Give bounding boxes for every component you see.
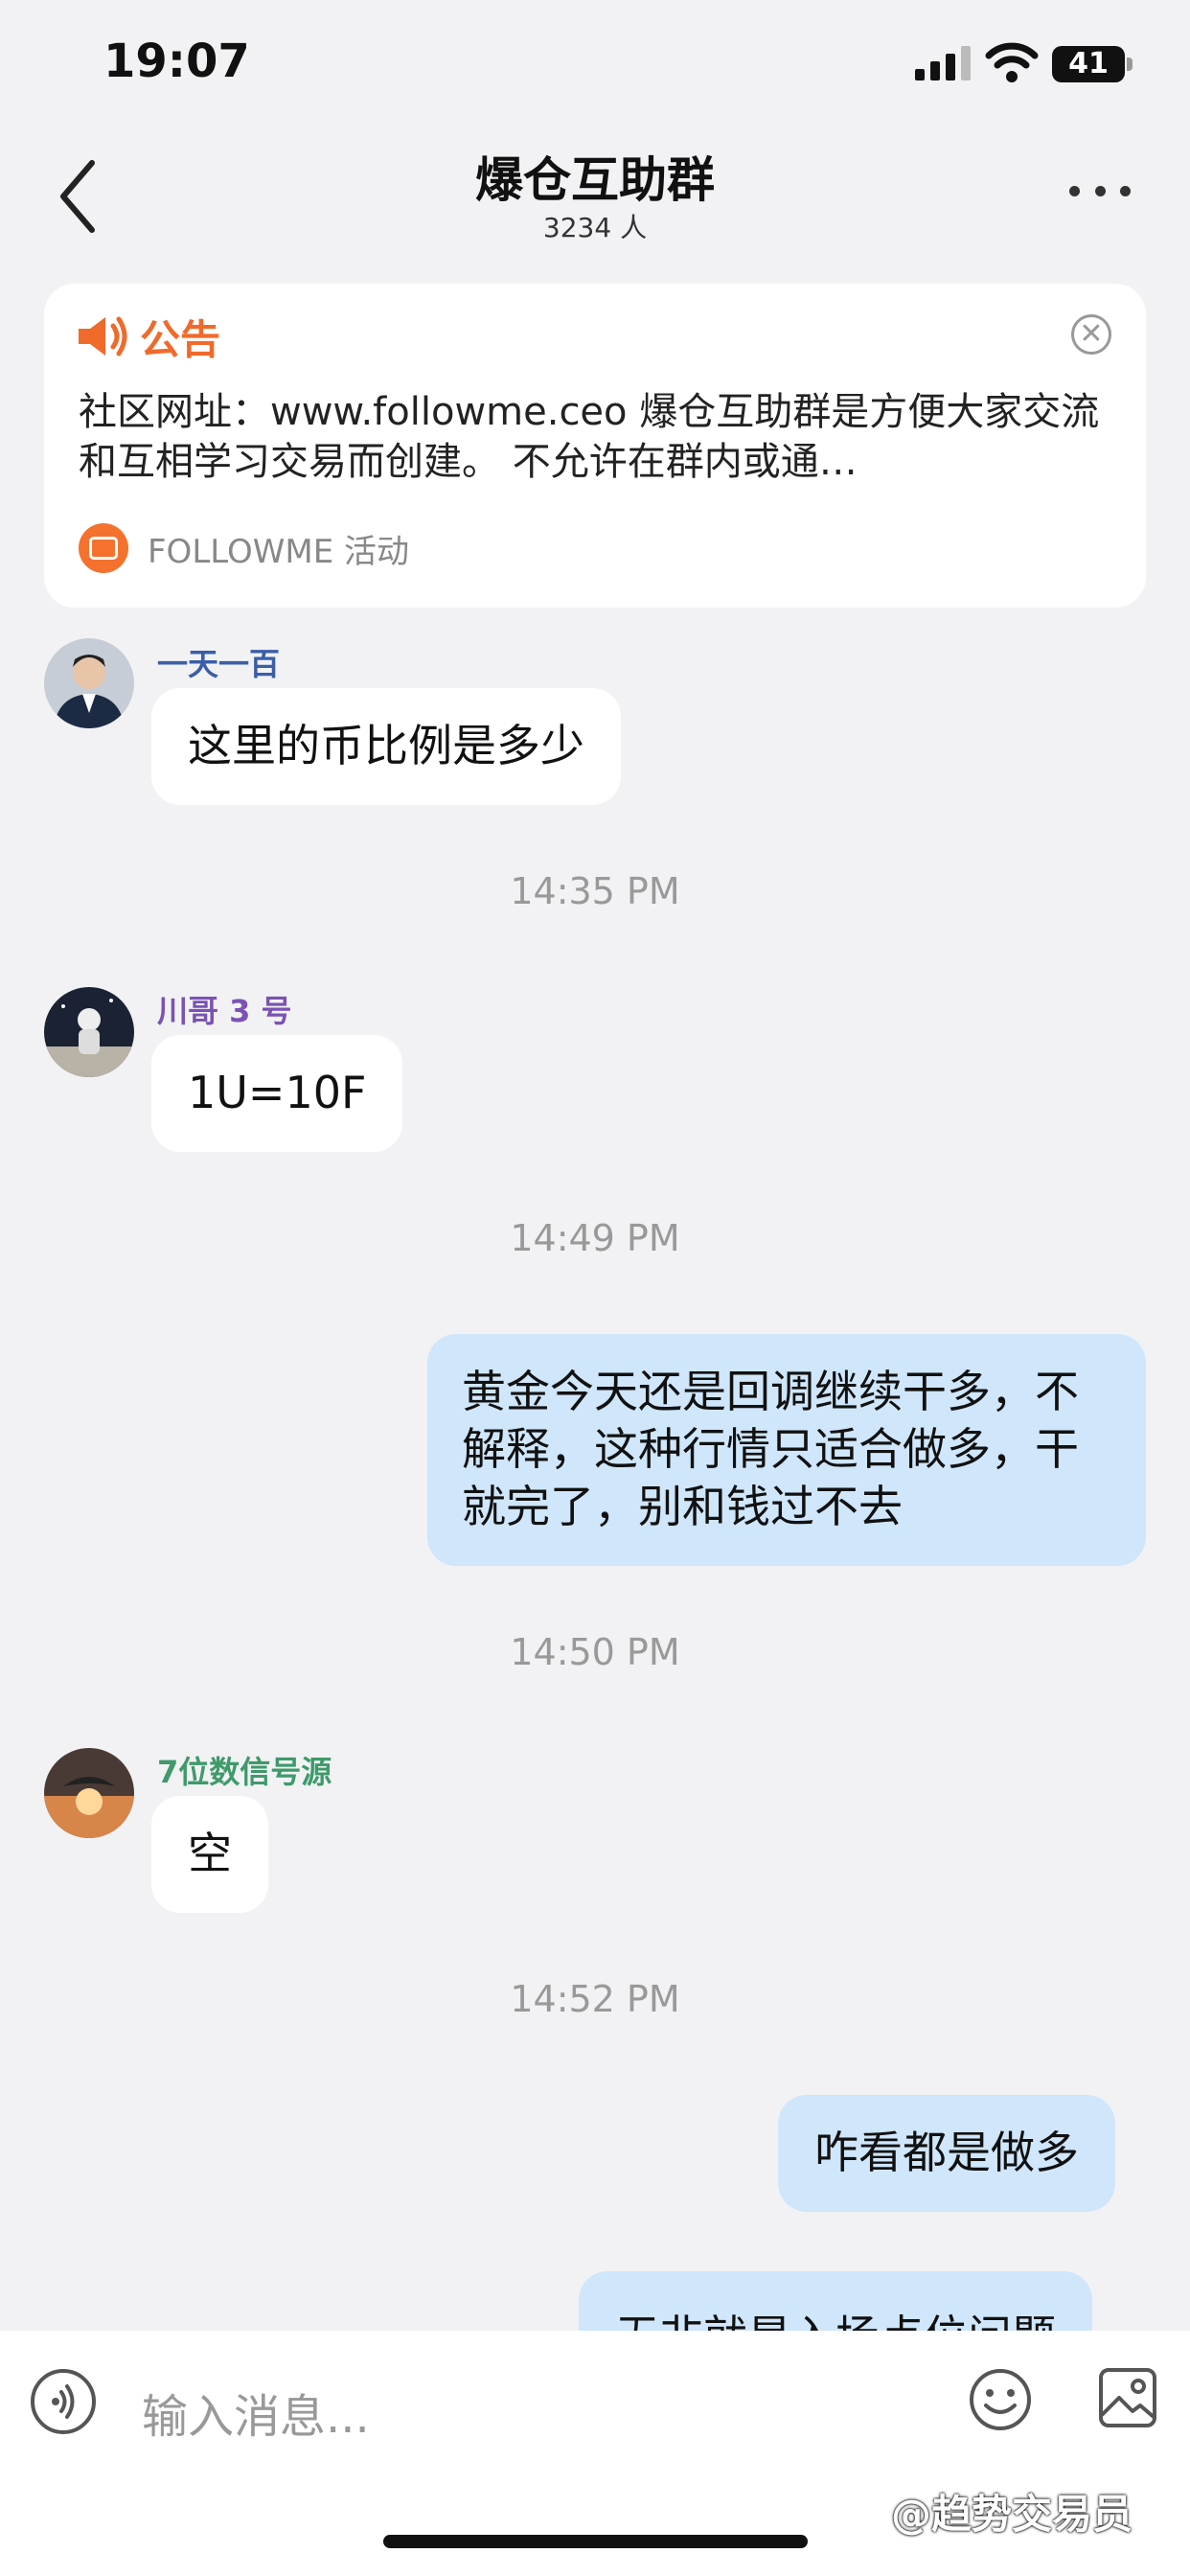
megaphone-icon <box>79 523 128 573</box>
avatar[interactable] <box>44 638 134 728</box>
message-bubble[interactable]: 这里的币比例是多少 <box>151 688 621 805</box>
cellular-signal-icon <box>915 46 971 80</box>
wifi-icon <box>985 42 1039 82</box>
announcement-card[interactable]: 公告 ✕ 社区网址：www.followme.ceo 爆仓互助群是方便大家交流和… <box>44 284 1146 608</box>
more-icon[interactable] <box>1069 176 1131 205</box>
watermark: @趋势交易员 <box>891 2491 1133 2538</box>
announcement-text: 社区网址：www.followme.ceo 爆仓互助群是方便大家交流和互相学习交… <box>79 390 1100 484</box>
announcement-label: 公告 <box>140 315 221 363</box>
message-input[interactable]: 输入消息... <box>142 2379 370 2446</box>
message-timestamp: 14:50 PM <box>510 1631 680 1673</box>
emoji-icon[interactable] <box>968 2367 1033 2432</box>
sender-name: 川哥 3 号 <box>157 993 292 1029</box>
member-count: 3234 人 <box>542 212 648 243</box>
image-icon[interactable] <box>1098 2367 1157 2428</box>
home-indicator[interactable] <box>383 2535 808 2548</box>
message-bubble[interactable]: 咋看都是做多 <box>778 2095 1115 2212</box>
status-time: 19:07 <box>103 34 250 88</box>
announcement-source-label: FOLLOWME 活动 <box>148 532 409 571</box>
voice-icon[interactable] <box>31 2369 96 2434</box>
battery-icon: 41 <box>1052 46 1125 82</box>
battery-tip <box>1127 58 1133 71</box>
avatar[interactable] <box>44 987 134 1077</box>
sender-name: 一天一百 <box>157 646 281 682</box>
message-bubble[interactable]: 黄金今天还是回调继续干多，不解释，这种行情只适合做多，干就完了，别和钱过不去 <box>427 1334 1146 1566</box>
announcement-header: 公告 <box>77 312 220 363</box>
avatar[interactable] <box>44 1748 134 1838</box>
close-icon[interactable]: ✕ <box>1071 314 1111 355</box>
message-bubble[interactable]: 1U=10F <box>151 1035 403 1152</box>
sender-name: 7位数信号源 <box>157 1754 332 1790</box>
announcement-source: FOLLOWME 活动 <box>79 523 409 573</box>
message-bubble[interactable]: 空 <box>151 1796 268 1913</box>
chat-header: 爆仓互助群 3234 人 <box>0 134 1190 268</box>
chat-title: 爆仓互助群 <box>475 152 715 208</box>
message-timestamp: 14:52 PM <box>510 1978 680 2020</box>
message-timestamp: 14:49 PM <box>510 1217 680 1259</box>
message-timestamp: 14:35 PM <box>510 870 680 912</box>
speaker-icon <box>79 316 127 356</box>
status-bar: 19:07 41 <box>0 0 1190 134</box>
